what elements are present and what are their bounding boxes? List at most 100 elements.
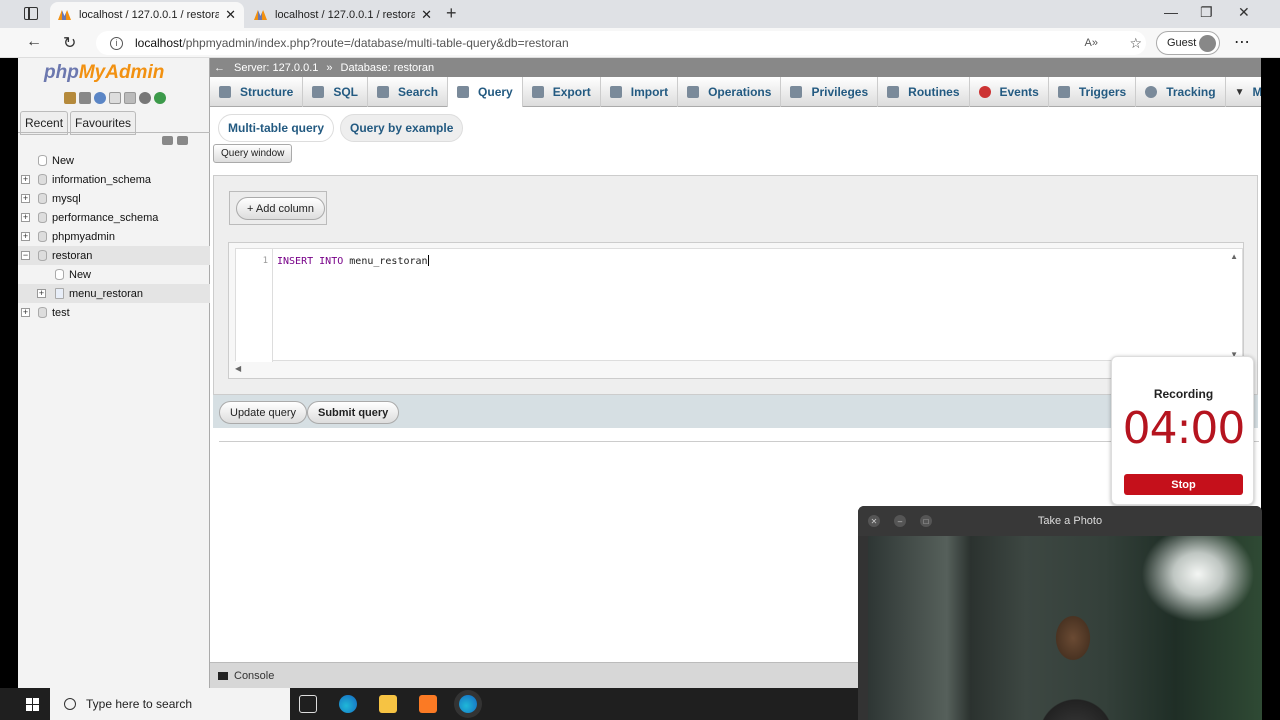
tree-item-table[interactable]: + menu_restoran [18,284,210,303]
settings-gear-icon[interactable] [139,92,151,104]
tab-routines[interactable]: Routines [878,77,970,107]
pma-navigation-panel: phpMyAdmin Recent Favourites New + inform… [18,58,210,688]
tab-label: Query [478,85,513,99]
tab-privileges[interactable]: Privileges [781,77,879,107]
add-column-button[interactable]: + Add column [236,197,325,220]
tab-search[interactable]: Search [368,77,449,107]
scroll-up-arrow-icon[interactable]: ▲ [1230,252,1238,261]
update-query-button[interactable]: Update query [219,401,308,424]
tree-label[interactable]: mysql [52,193,81,205]
logo-text-php: php [44,62,79,83]
stop-recording-button[interactable]: Stop [1124,474,1243,495]
tree-item-db[interactable]: + mysql [18,189,210,208]
close-icon[interactable]: ✕ [421,7,432,23]
tab-events[interactable]: Events [970,77,1049,107]
tree-item-db[interactable]: + information_schema [18,170,210,189]
reload-icon[interactable]: ↻ [63,33,76,53]
expand-icon[interactable]: + [21,232,30,241]
restore-icon[interactable]: ❐ [1200,4,1213,21]
browser-tab[interactable]: localhost / 127.0.0.1 / restoran | p ✕ [246,2,440,28]
eye-icon [1145,86,1158,98]
tree-label[interactable]: New [52,155,74,167]
tab-export[interactable]: Export [523,77,601,107]
minimize-icon[interactable]: — [1164,4,1178,20]
tree-label[interactable]: phpmyadmin [52,231,115,243]
taskbar-search[interactable]: Type here to search [50,688,290,720]
tab-actions-icon[interactable] [24,7,38,20]
docs-icon[interactable] [109,92,121,104]
expand-icon[interactable]: + [21,175,30,184]
tree-label[interactable]: New [69,269,91,281]
tab-sql[interactable]: SQL [303,77,369,107]
back-arrow-icon[interactable]: ← [26,33,42,51]
query-window-button[interactable]: Query window [213,144,293,163]
favorites-star-icon[interactable]: ☆ [1129,35,1142,52]
tree-label[interactable]: menu_restoran [69,288,143,300]
collapse-all-icon[interactable] [162,136,173,145]
expand-icon[interactable]: + [21,308,30,317]
tree-item-new-table[interactable]: New [18,265,210,284]
info-icon[interactable]: i [110,36,123,50]
privileges-icon [790,86,803,98]
breadcrumb-server[interactable]: Server: 127.0.0.1 [234,62,318,74]
submit-query-button[interactable]: Submit query [307,401,400,424]
edge-active-icon[interactable] [459,695,477,713]
tab-operations[interactable]: Operations [678,77,782,107]
tree-item-db[interactable]: + performance_schema [18,208,210,227]
database-icon [38,250,47,261]
tree-label[interactable]: performance_schema [52,212,158,224]
webcam-feed [868,536,1262,720]
tree-label[interactable]: restoran [52,250,92,262]
new-tab-icon[interactable]: + [446,3,457,24]
collapse-nav-arrow-icon[interactable]: ← [214,62,225,74]
sql-editor[interactable]: 1 INSERT INTO menu_restoran ▲ ▼ [235,248,1243,362]
search-icon [64,698,76,710]
tree-item-db[interactable]: + test [18,303,210,322]
xampp-icon[interactable] [419,695,437,713]
camera-window: ✕ – □ Take a Photo [858,506,1262,720]
browser-tab-bar: localhost / 127.0.0.1 / restoran | p ✕ l… [0,0,1280,28]
tab-multi-table-query[interactable]: Multi-table query [218,114,335,142]
phpmyadmin-logo[interactable]: phpMyAdmin [44,62,164,84]
sql-docs-icon[interactable] [124,92,136,104]
link-with-main-icon[interactable] [177,136,188,145]
more-options-icon[interactable]: ⋯ [1234,32,1250,52]
expand-icon[interactable]: + [21,213,30,222]
tree-item-db[interactable]: + phpmyadmin [18,227,210,246]
tab-label: Tracking [1166,85,1216,99]
tree-label[interactable]: information_schema [52,174,151,186]
phpmyadmin-favicon-icon [58,10,71,20]
edge-icon[interactable] [339,695,357,713]
tab-import[interactable]: Import [601,77,679,107]
address-bar[interactable]: i localhost/phpmyadmin/index.php?route=/… [96,31,1146,55]
help-icon[interactable] [94,92,106,104]
collapse-icon[interactable]: − [21,251,30,260]
task-view-icon[interactable] [299,695,317,713]
tab-structure[interactable]: Structure [210,77,304,107]
logout-icon[interactable] [79,92,91,104]
window-close-icon[interactable]: ✕ [1238,4,1250,21]
sql-code-line[interactable]: INSERT INTO menu_restoran [277,255,429,267]
expand-icon[interactable]: + [21,194,30,203]
tab-query[interactable]: Query [448,77,523,107]
read-aloud-icon[interactable]: A» [1085,37,1098,49]
tree-item-new[interactable]: New [18,151,210,170]
reload-nav-icon[interactable] [154,92,166,104]
file-explorer-icon[interactable] [379,695,397,713]
tab-tracking[interactable]: Tracking [1136,77,1226,107]
scroll-left-arrow-icon[interactable]: ◀ [235,364,241,373]
tab-triggers[interactable]: Triggers [1049,77,1137,107]
tree-item-db-selected[interactable]: − restoran [18,246,210,265]
database-tree: New + information_schema + mysql + performa… [18,151,210,322]
search-icon [377,86,390,98]
home-icon[interactable] [64,92,76,104]
tree-label[interactable]: test [52,307,70,319]
windows-start-icon[interactable] [26,698,39,711]
breadcrumb-database[interactable]: Database: restoran [341,62,435,74]
expand-icon[interactable]: + [37,289,46,298]
browser-tab-active[interactable]: localhost / 127.0.0.1 / restoran | p ✕ [50,2,244,28]
profile-button[interactable]: Guest [1156,31,1220,55]
sql-keyword: INSERT [277,256,314,267]
tab-query-by-example[interactable]: Query by example [340,114,464,142]
close-icon[interactable]: ✕ [225,7,236,23]
